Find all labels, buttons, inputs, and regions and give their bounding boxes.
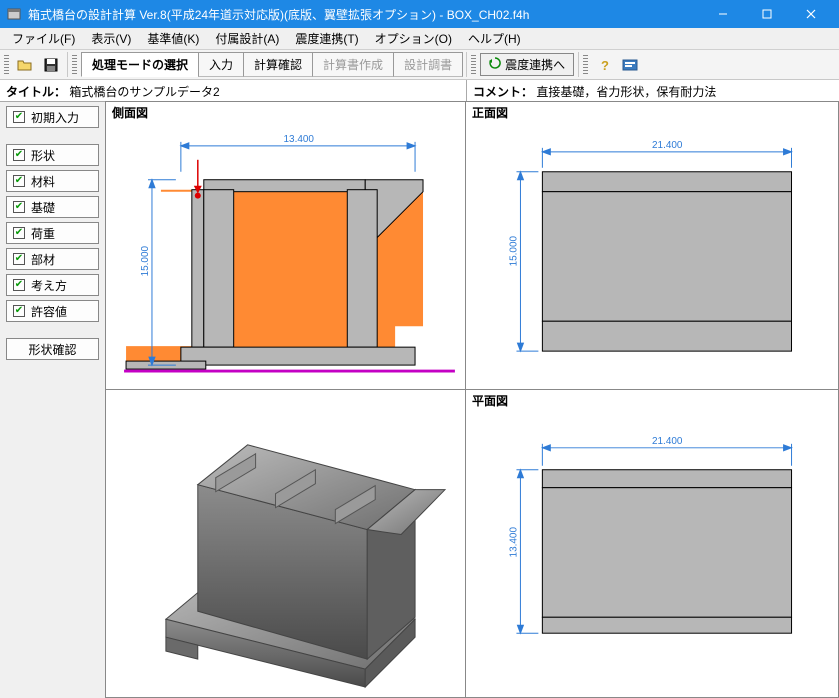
sidebar-item-allow[interactable]: 許容値 [6, 300, 99, 322]
check-icon [13, 175, 25, 187]
toolbar-grip-2 [72, 55, 77, 75]
seismic-link-button[interactable]: 震度連携へ [480, 53, 574, 76]
menu-basis[interactable]: 基準値(K) [139, 28, 207, 49]
app-icon [6, 6, 22, 22]
dim-front-height: 15.000 [508, 236, 519, 267]
menu-help[interactable]: ヘルプ(H) [460, 28, 529, 49]
info-button[interactable] [618, 54, 642, 76]
menu-file[interactable]: ファイル(F) [4, 28, 83, 49]
window-title: 箱式橋台の設計計算 Ver.8(平成24年道示対応版)(底版、翼壁拡張オプション… [28, 6, 701, 23]
sidebar-item-initial[interactable]: 初期入力 [6, 106, 99, 128]
view-3d[interactable] [105, 389, 466, 698]
tab-report[interactable]: 計算書作成 [312, 52, 394, 77]
check-icon [13, 253, 25, 265]
toolbar-grip-3 [471, 55, 476, 75]
check-icon [13, 111, 25, 123]
open-button[interactable] [13, 54, 37, 76]
toolbar: 処理モードの選択 入力 計算確認 計算書作成 設計調書 震度連携へ ? [0, 50, 839, 80]
title-label: タイトル： [6, 85, 66, 99]
view-plan-title: 平面図 [470, 392, 510, 409]
menu-bar: ファイル(F) 表示(V) 基準値(K) 付属設計(A) 震度連携(T) オプシ… [0, 28, 839, 50]
comment-label: コメント： [473, 85, 533, 99]
menu-view[interactable]: 表示(V) [83, 28, 139, 49]
seismic-link-label: 震度連携へ [505, 56, 565, 73]
dim-plan-height: 13.400 [508, 527, 519, 558]
sidebar: 初期入力 形状 材料 基礎 荷重 部材 考え方 許容値 形状確認 [0, 102, 106, 698]
maximize-button[interactable] [745, 0, 789, 28]
title-bar: 箱式橋台の設計計算 Ver.8(平成24年道示対応版)(底版、翼壁拡張オプション… [0, 0, 839, 28]
tab-input[interactable]: 入力 [198, 52, 244, 77]
sidebar-item-member[interactable]: 部材 [6, 248, 99, 270]
dim-front-width: 21.400 [652, 140, 683, 151]
check-icon [13, 279, 25, 291]
check-icon [13, 305, 25, 317]
refresh-icon [489, 57, 501, 72]
check-icon [13, 227, 25, 239]
dim-side-height: 15.000 [140, 245, 151, 276]
sidebar-item-material[interactable]: 材料 [6, 170, 99, 192]
sidebar-item-assume[interactable]: 考え方 [6, 274, 99, 296]
view-plan[interactable]: 平面図 21.400 13.400 [465, 389, 839, 698]
svg-text:?: ? [601, 58, 609, 72]
workspace: 初期入力 形状 材料 基礎 荷重 部材 考え方 許容値 形状確認 側面図 [0, 102, 839, 698]
check-icon [13, 149, 25, 161]
help-button[interactable]: ? [592, 54, 616, 76]
minimize-button[interactable] [701, 0, 745, 28]
toolbar-grip-4 [583, 55, 588, 75]
menu-option[interactable]: オプション(O) [367, 28, 460, 49]
sidebar-item-confirm[interactable]: 形状確認 [6, 338, 99, 360]
sidebar-item-shape[interactable]: 形状 [6, 144, 99, 166]
viewports: 側面図 [106, 102, 839, 698]
view-side[interactable]: 側面図 [105, 101, 466, 390]
dim-plan-width: 21.400 [652, 436, 683, 447]
save-button[interactable] [39, 54, 63, 76]
view-front[interactable]: 正面図 21.400 15.000 [465, 101, 839, 390]
menu-seismic[interactable]: 震度連携(T) [287, 28, 366, 49]
check-icon [13, 201, 25, 213]
sidebar-item-found[interactable]: 基礎 [6, 196, 99, 218]
toolbar-grip [4, 55, 9, 75]
menu-attach[interactable]: 付属設計(A) [207, 28, 287, 49]
view-front-title: 正面図 [470, 104, 510, 121]
tab-bar: 処理モードの選択 入力 計算確認 計算書作成 設計調書 [81, 52, 462, 77]
tab-calc[interactable]: 計算確認 [243, 52, 313, 77]
tab-design[interactable]: 設計調書 [393, 52, 463, 77]
comment-value: 直接基礎，省力形状，保有耐力法 [536, 85, 716, 99]
close-button[interactable] [789, 0, 833, 28]
view-side-title: 側面図 [110, 104, 150, 121]
tab-mode[interactable]: 処理モードの選択 [81, 52, 199, 77]
title-value: 箱式橋台のサンプルデータ2 [69, 85, 219, 99]
dim-side-width: 13.400 [284, 134, 315, 145]
sidebar-item-load[interactable]: 荷重 [6, 222, 99, 244]
info-bar: タイトル： 箱式橋台のサンプルデータ2 コメント： 直接基礎，省力形状，保有耐力… [0, 80, 839, 102]
